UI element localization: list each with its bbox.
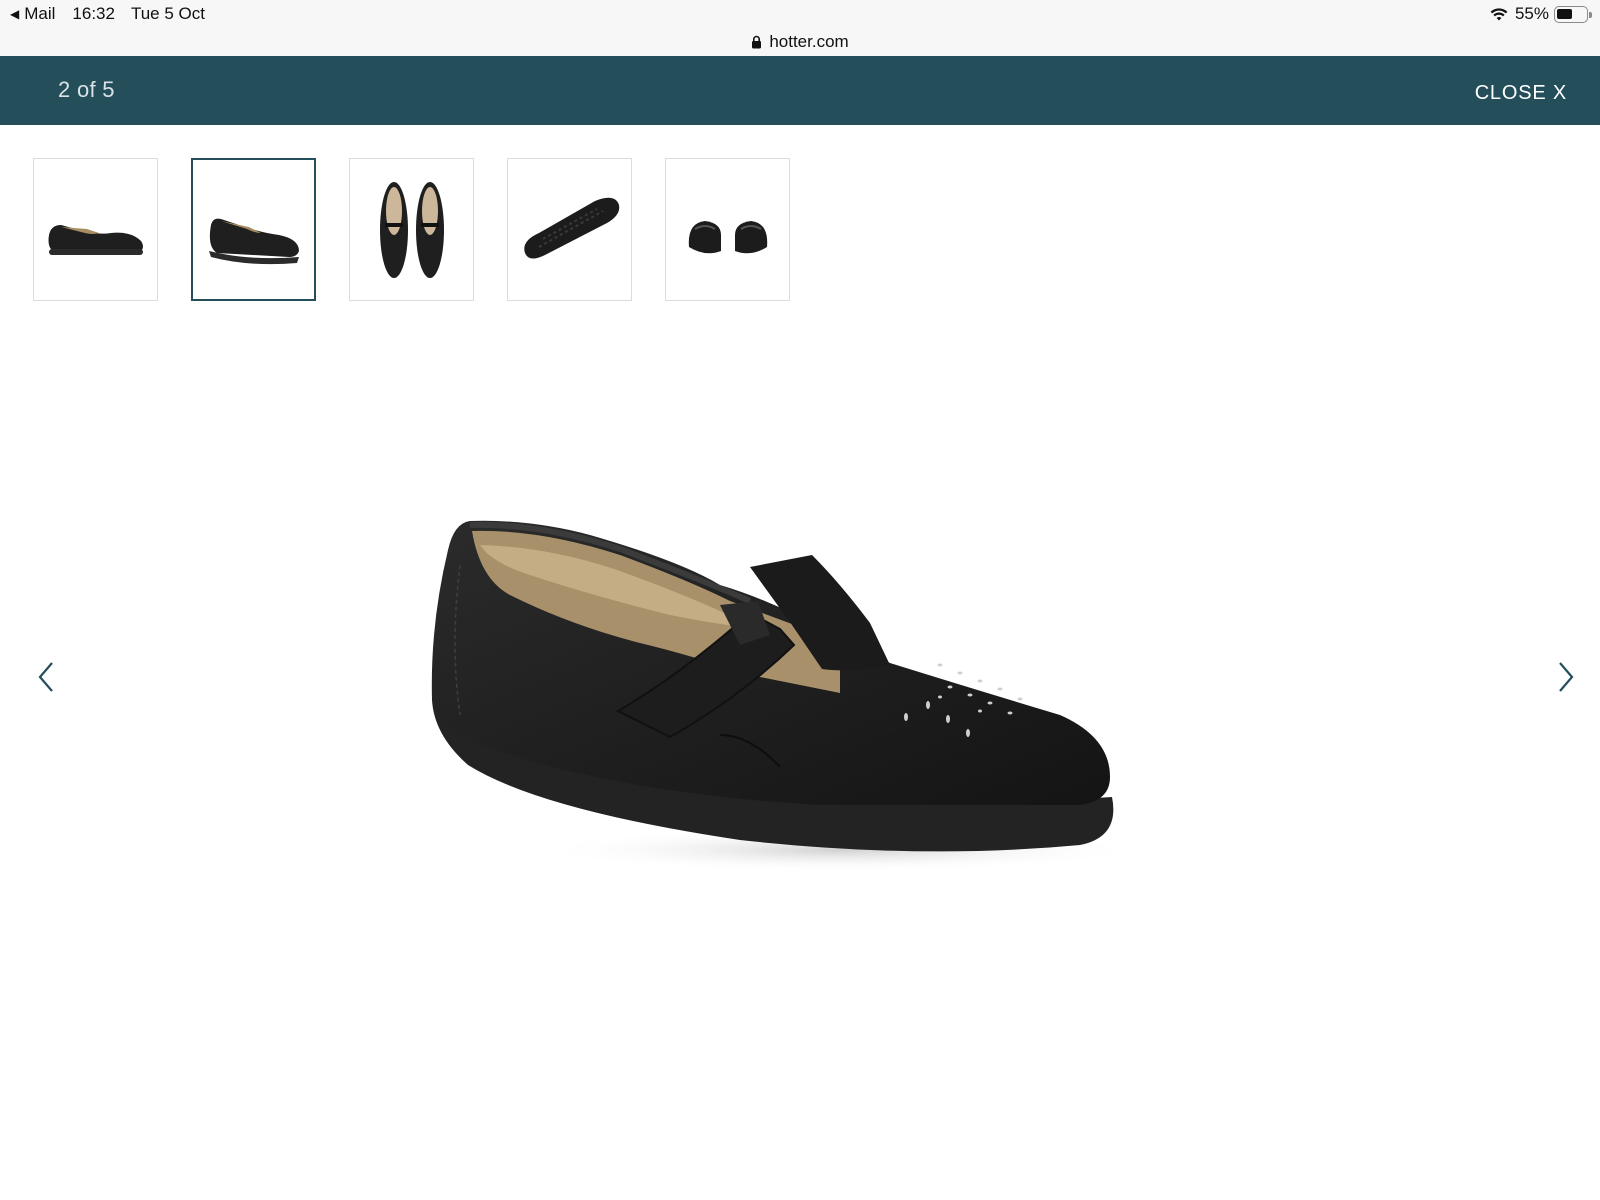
shoe-top-pair-thumbnail-image bbox=[379, 181, 444, 278]
thumbnail-1[interactable] bbox=[33, 158, 158, 301]
thumbnail-3[interactable] bbox=[349, 158, 474, 301]
clock-time: 16:32 bbox=[72, 4, 115, 23]
back-arrow-icon[interactable]: ◀ bbox=[10, 7, 19, 21]
thumbnail-strip bbox=[33, 158, 823, 301]
clock-date: Tue 5 Oct bbox=[130, 4, 205, 23]
ios-status-bar: ◀ Mail 16:32 Tue 5 Oct 55% bbox=[0, 0, 1600, 28]
shoe-back-pair-thumbnail-image bbox=[688, 220, 767, 253]
chevron-right-icon[interactable] bbox=[1552, 657, 1580, 697]
back-to-mail-link[interactable]: Mail bbox=[24, 4, 55, 24]
address-bar[interactable]: hotter.com bbox=[0, 28, 1600, 56]
thumbnail-2[interactable] bbox=[191, 158, 316, 301]
thumbnail-4[interactable] bbox=[507, 158, 632, 301]
lock-icon bbox=[752, 35, 762, 49]
shoe-sole-thumbnail-image bbox=[523, 197, 619, 259]
status-left: ◀ Mail 16:32 Tue 5 Oct bbox=[10, 4, 205, 24]
shoe-angled-thumbnail-image bbox=[208, 218, 299, 264]
status-right: 55% bbox=[1489, 4, 1592, 24]
chevron-left-icon[interactable] bbox=[32, 657, 60, 697]
battery-icon bbox=[1554, 5, 1592, 23]
wifi-icon bbox=[1490, 8, 1508, 21]
url-domain: hotter.com bbox=[769, 32, 849, 51]
gallery-header: 2 of 5 CLOSE X bbox=[0, 56, 1600, 125]
close-button[interactable]: CLOSE X bbox=[1475, 82, 1567, 105]
thumbnail-5[interactable] bbox=[665, 158, 790, 301]
image-counter: 2 of 5 bbox=[58, 77, 115, 102]
main-product-image bbox=[431, 520, 1140, 872]
shoe-side-thumbnail-image bbox=[48, 224, 143, 255]
battery-level-fill bbox=[1557, 8, 1572, 19]
battery-percent: 55% bbox=[1514, 4, 1549, 23]
